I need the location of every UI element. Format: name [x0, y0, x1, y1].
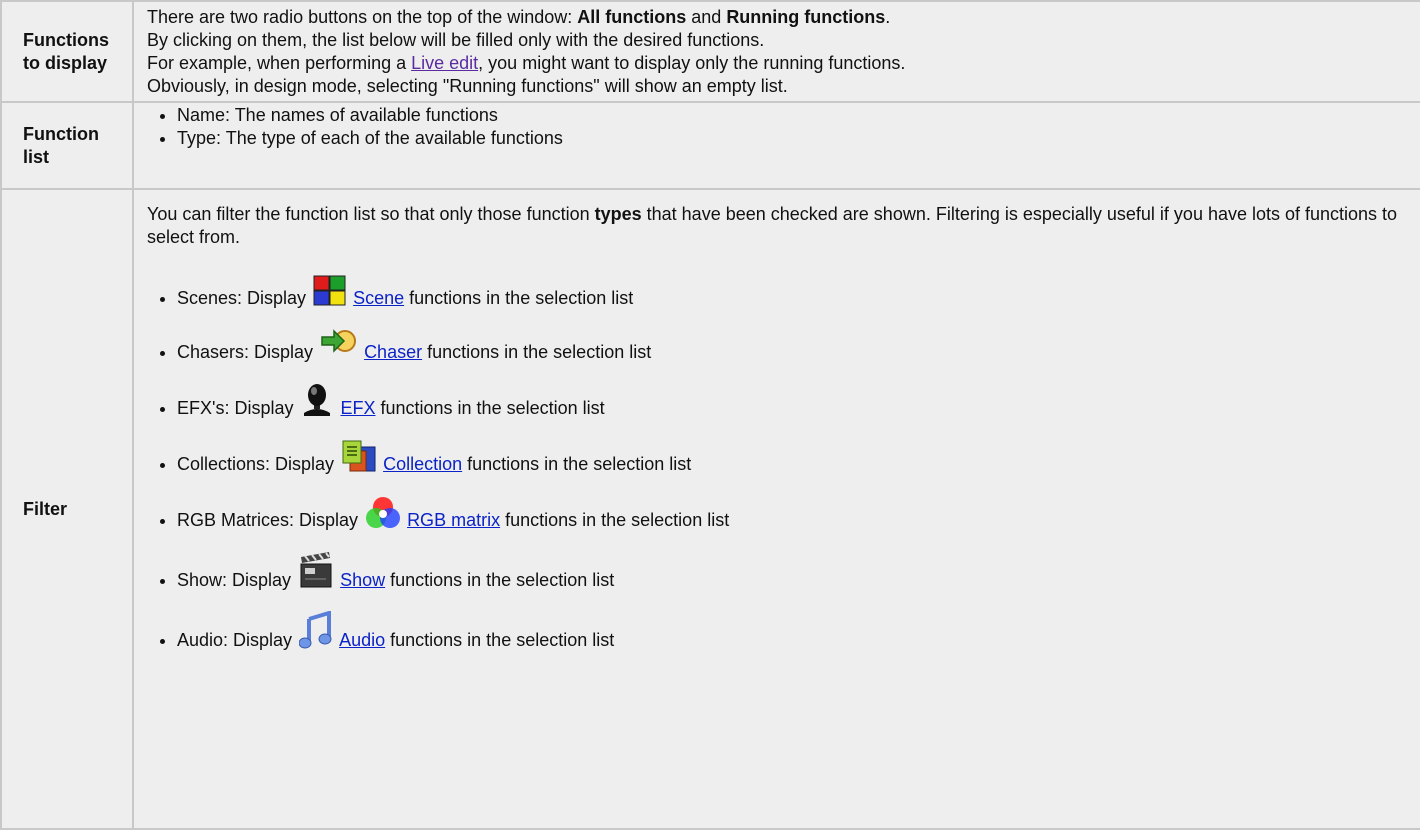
list-item: Name: The names of available functions [177, 104, 1414, 127]
filter-intro: You can filter the function list so that… [147, 203, 1414, 249]
item-suffix: functions in the selection list [500, 510, 730, 530]
bold-text: All functions [577, 6, 687, 27]
show-link[interactable]: Show [340, 570, 385, 590]
row-label: Filter [0, 188, 134, 830]
filter-list: Scenes: Display Scene functions in the s… [147, 275, 1414, 655]
item-prefix: Audio: Display [177, 630, 293, 650]
audio-icon [298, 610, 333, 655]
list-item: RGB Matrices: Display RGB matrix functio… [177, 495, 1414, 535]
text-line: Obviously, in design mode, selecting "Ru… [147, 75, 788, 96]
item-suffix: functions in the selection list [462, 454, 692, 474]
scene-link[interactable]: Scene [353, 288, 404, 308]
item-prefix: EFX's: Display [177, 398, 294, 418]
list-item: Type: The type of each of the available … [177, 127, 1414, 150]
list-item: Collections: Display Collection function… [177, 439, 1414, 479]
text-line: By clicking on them, the list below will… [147, 29, 765, 50]
row-content: There are two radio buttons on the top o… [132, 0, 1420, 103]
bold-text: types [594, 204, 642, 224]
text: There are two radio buttons on the top o… [147, 6, 578, 27]
item-suffix: functions in the selection list [375, 398, 605, 418]
item-prefix: RGB Matrices: Display [177, 510, 359, 530]
chaser-icon [320, 329, 358, 367]
item-suffix: functions in the selection list [385, 630, 615, 650]
list-item: Show: Display Show functions in the sele… [177, 551, 1414, 595]
collection-link[interactable]: Collection [383, 454, 462, 474]
help-table: Functions to display There are two radio… [0, 0, 1420, 830]
bold-text: Running functions [726, 6, 886, 27]
audio-link[interactable]: Audio [339, 630, 385, 650]
table-row: Function list Name: The names of availab… [0, 101, 1420, 190]
rgb-matrix-icon [365, 495, 401, 535]
row-content: You can filter the function list so that… [132, 188, 1420, 830]
list-item: Chasers: Display Chaser functions in the… [177, 329, 1414, 367]
text: You can filter the function list so that… [147, 204, 595, 224]
row-label: Function list [0, 101, 134, 190]
item-prefix: Chasers: Display [177, 342, 314, 362]
item-prefix: Collections: Display [177, 454, 335, 474]
text: and [686, 6, 727, 27]
item-suffix: functions in the selection list [385, 570, 615, 590]
text-line: For example, when performing a Live edit… [147, 52, 1414, 75]
text-line: There are two radio buttons on the top o… [147, 6, 1414, 29]
item-prefix: Scenes: Display [177, 288, 307, 308]
item-suffix: functions in the selection list [404, 288, 634, 308]
collection-icon [341, 439, 377, 479]
row-label: Functions to display [0, 0, 134, 103]
list-item: Audio: Display Audio functions in the se… [177, 610, 1414, 655]
list-item: EFX's: Display EFX functions in the sele… [177, 383, 1414, 423]
function-list-items: Name: The names of available functions T… [147, 104, 1414, 150]
row-content: Name: The names of available functions T… [132, 101, 1420, 190]
text: For example, when performing a [147, 52, 412, 73]
item-prefix: Show: Display [177, 570, 292, 590]
text: , you might want to display only the run… [478, 52, 906, 73]
rgb-matrix-link[interactable]: RGB matrix [407, 510, 500, 530]
table-row: Filter You can filter the function list … [0, 188, 1420, 830]
live-edit-link[interactable]: Live edit [411, 53, 478, 73]
efx-link[interactable]: EFX [340, 398, 375, 418]
text: . [885, 6, 891, 27]
list-item: Scenes: Display Scene functions in the s… [177, 275, 1414, 313]
chaser-link[interactable]: Chaser [364, 342, 422, 362]
show-icon [298, 551, 334, 595]
efx-icon [300, 383, 334, 423]
item-suffix: functions in the selection list [422, 342, 652, 362]
scene-icon [313, 275, 347, 313]
table-row: Functions to display There are two radio… [0, 0, 1420, 103]
